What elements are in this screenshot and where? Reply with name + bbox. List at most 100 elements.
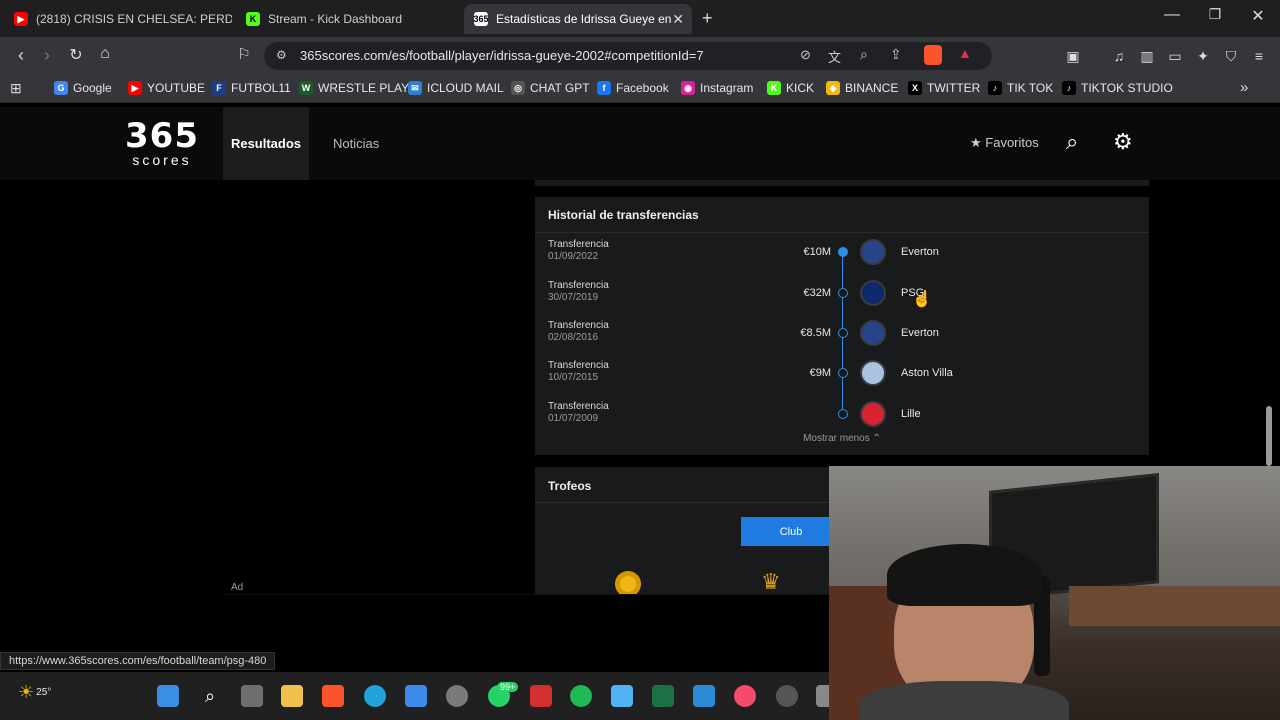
logo-number: 365 [125,116,199,156]
leo-ai-icon[interactable]: ✦ [1194,47,1212,65]
nav-news[interactable]: Noticias [333,136,379,151]
more-bookmarks-icon[interactable]: » [1240,79,1248,96]
translate-icon[interactable]: 文 [828,47,841,66]
spotify-icon[interactable] [570,685,592,707]
bookmark-label: Facebook [616,81,669,95]
tab-youtube[interactable]: ▶ (2818) CRISIS EN CHELSEA: PERDIÓ C [4,4,232,34]
bookmark-item[interactable]: ✉ ICLOUD MAIL [408,81,504,95]
store-icon[interactable] [405,685,427,707]
close-window-icon[interactable]: ✕ [1246,6,1270,26]
taskbar-search-icon[interactable]: ⌕ [199,685,221,707]
club-filter-button[interactable]: Club [741,517,841,546]
transfer-date: 02/08/2016 [548,332,599,343]
bookmark-favicon-icon: ▶ [128,81,142,95]
home-icon[interactable]: ⌂ [94,45,116,63]
photos-icon[interactable] [693,685,715,707]
apps-grid-icon[interactable]: ⊞ [10,80,22,97]
search-icon[interactable]: ⌕ [1066,129,1078,155]
bookmark-item[interactable]: G Google [54,81,112,95]
sidebar-icon[interactable]: ▥ [1138,47,1156,65]
bookmark-item[interactable]: ♪ TIK TOK [988,81,1053,95]
menu-icon[interactable]: ≡ [1250,47,1268,65]
restore-icon[interactable]: ❐ [1203,6,1227,23]
show-less-button[interactable]: Mostrar menos ⌃ [535,433,1149,444]
page-scrollbar[interactable] [1266,406,1272,466]
reload-icon[interactable]: ↻ [65,45,87,65]
nav-results[interactable]: Resultados [223,107,309,180]
link-status-bar: https://www.365scores.com/es/football/te… [0,652,276,670]
task-view-icon[interactable] [241,685,263,707]
tab-kick[interactable]: K Stream - Kick Dashboard [236,4,460,34]
edge-browser-icon[interactable] [364,685,386,707]
team-crest-icon[interactable] [860,320,886,346]
music-icon[interactable]: ♫ [1110,47,1128,65]
transfer-type: Transferencia [548,401,609,412]
bookmark-label: WRESTLE PLAY [318,81,410,95]
url-bar[interactable]: ⚙ 365scores.com/es/football/player/idris… [264,42,992,70]
team-crest-icon[interactable] [860,280,886,306]
bookmark-item[interactable]: ▶ YOUTUBE [128,81,205,95]
new-tab-icon[interactable]: + [702,8,713,29]
bookmark-favicon-icon: ♪ [1062,81,1076,95]
team-name[interactable]: Everton [901,246,939,258]
timeline-dot [838,247,848,257]
weather-widget[interactable]: ☀ 25° [18,682,51,703]
team-crest-icon[interactable] [860,360,886,386]
settings-app-icon[interactable] [446,685,468,707]
bookmark-item[interactable]: f Facebook [597,81,669,95]
file-explorer-icon[interactable] [281,685,303,707]
bookmark-label: BINANCE [845,81,899,95]
onedrive-icon[interactable] [611,685,633,707]
kick-icon: K [246,12,260,26]
wallet-icon[interactable]: ▭ [1166,47,1184,65]
bookmark-favicon-icon: G [54,81,68,95]
settings-gear-icon[interactable]: ⚙ [1113,129,1133,155]
webcam-overlay [829,466,1280,720]
youtube-icon: ▶ [14,12,28,26]
brave-browser-icon[interactable] [322,685,344,707]
team-name[interactable]: Lille [901,408,921,420]
whatsapp-badge: 99+ [497,682,519,692]
sidebar-toggle-icon[interactable]: ▣ [1064,47,1082,65]
vpn-shield-icon[interactable]: ⛉ [1222,47,1240,65]
team-name[interactable]: Aston Villa [901,367,953,379]
tab-365scores[interactable]: 365 Estadísticas de Idrissa Gueye en ✕ [464,4,692,34]
team-crest-icon[interactable] [860,239,886,265]
back-icon[interactable]: ‹ [10,45,32,66]
site-logo[interactable]: 365 scores [116,119,208,171]
bookmark-label: TIKTOK STUDIO [1081,81,1173,95]
webcam-person-hair [887,544,1042,606]
team-name[interactable]: Everton [901,327,939,339]
bookmark-item[interactable]: ◆ BINANCE [826,81,898,95]
brave-shield-icon[interactable] [924,45,942,65]
bookmark-item[interactable]: X TWITTER [908,81,980,95]
forward-icon[interactable]: › [36,45,58,66]
close-tab-icon[interactable]: ✕ [672,11,684,28]
timeline-dot [838,409,848,419]
itunes-icon[interactable] [734,685,756,707]
share-icon[interactable]: ⇪ [890,46,902,63]
bookmark-icon[interactable]: ⚐ [233,45,255,63]
netflix-icon[interactable] [530,685,552,707]
favorites-link[interactable]: ★ Favoritos [970,135,1039,151]
bookmark-item[interactable]: K KICK [767,81,814,95]
excel-icon[interactable] [652,685,674,707]
start-menu-icon[interactable] [157,685,179,707]
timeline-dot [838,288,848,298]
obs-icon[interactable] [776,685,798,707]
bookmark-item[interactable]: F FUTBOL11 [212,81,291,95]
no-reader-icon[interactable]: ⊘ [800,47,811,63]
previous-panel-bottom [535,180,1149,186]
bookmark-item[interactable]: W WRESTLE PLAY [299,81,409,95]
team-crest-icon[interactable] [860,401,886,427]
bookmark-item[interactable]: ♪ TIKTOK STUDIO [1062,81,1173,95]
brave-rewards-icon[interactable]: ▲ [958,45,972,61]
bookmark-item[interactable]: ◎ CHAT GPT [511,81,590,95]
show-less-label: Mostrar menos [803,433,870,444]
hand-cursor-icon: ☝ [912,291,932,308]
minimize-icon[interactable]: — [1160,6,1184,24]
site-settings-icon[interactable]: ⚙ [276,48,287,62]
tab-strip: ▶ (2818) CRISIS EN CHELSEA: PERDIÓ C K S… [0,0,1280,37]
zoom-icon[interactable]: ⌕ [860,46,868,63]
bookmark-item[interactable]: ◉ Instagram [681,81,753,95]
